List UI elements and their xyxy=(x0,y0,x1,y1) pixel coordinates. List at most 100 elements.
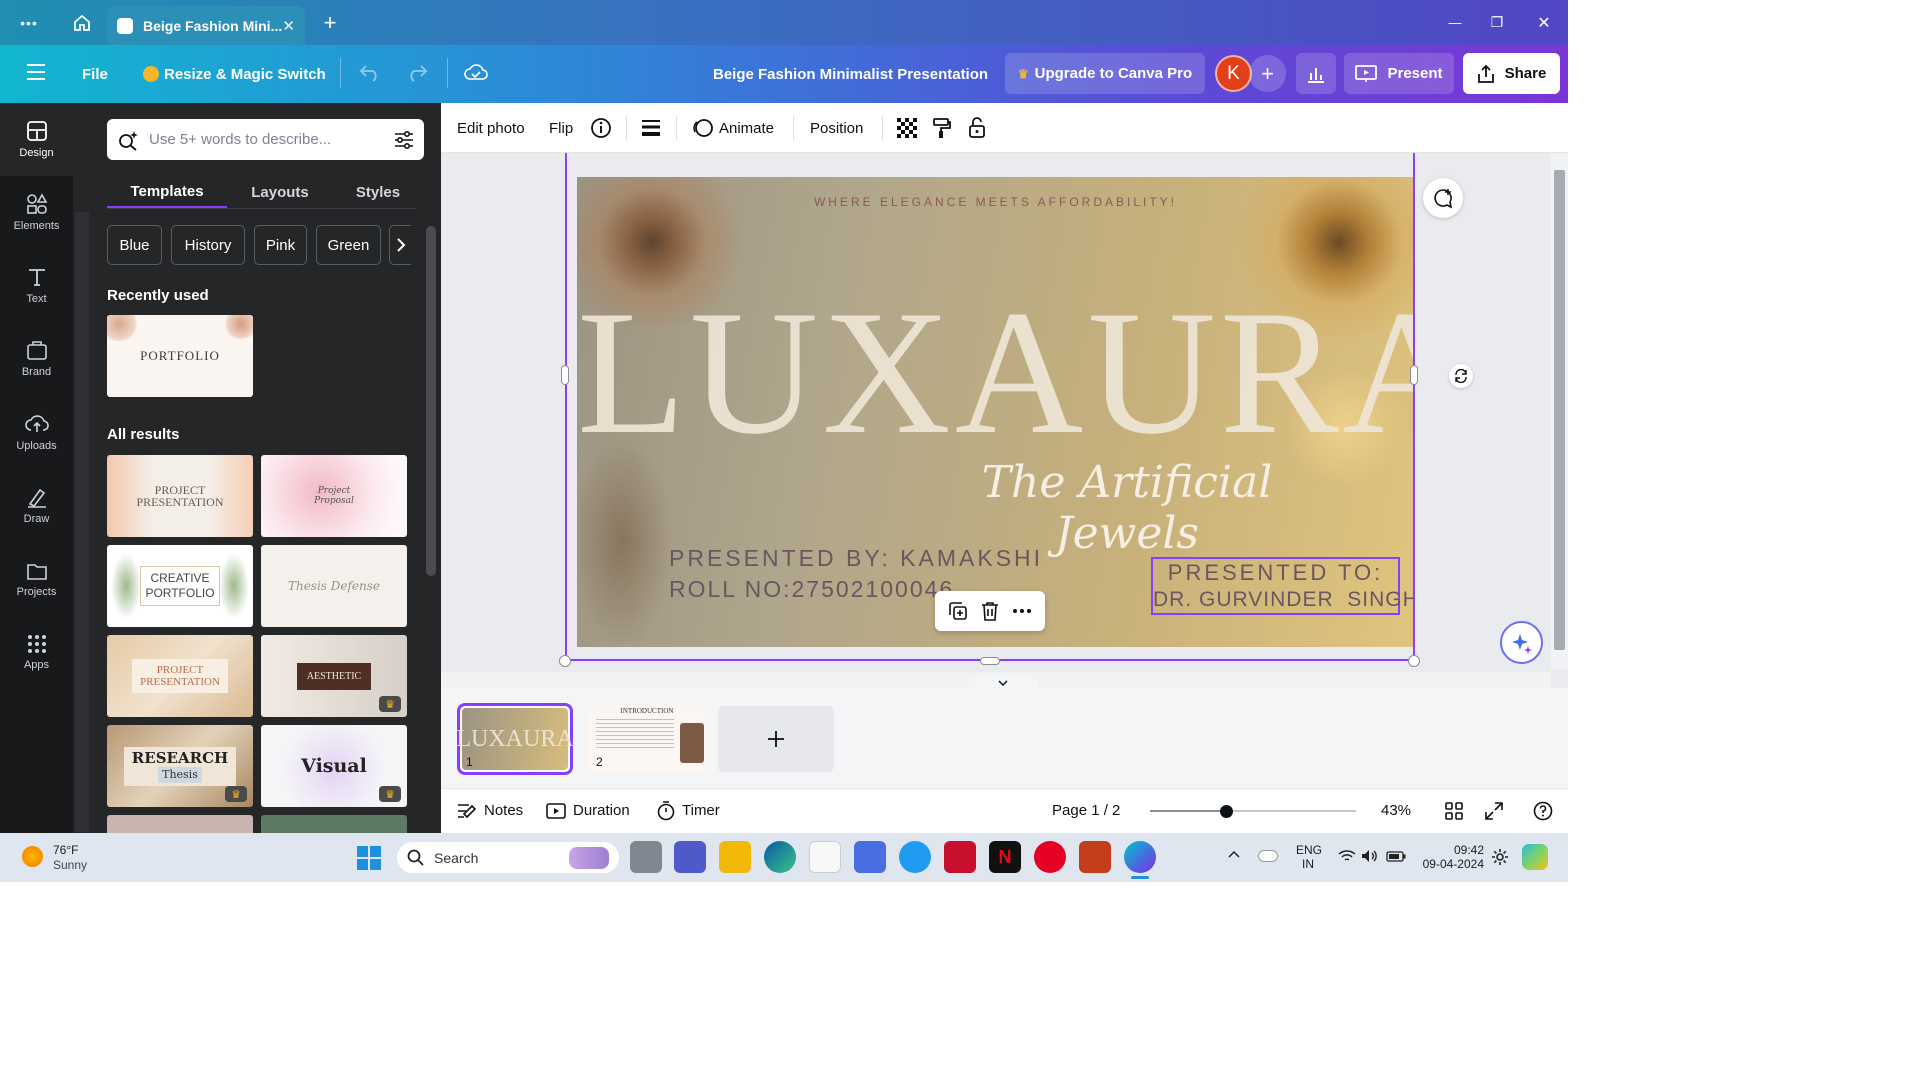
wifi-icon[interactable] xyxy=(1338,849,1356,863)
filter-icon[interactable] xyxy=(394,130,414,149)
slide-roll-no[interactable]: ROLL NO:27502100046 xyxy=(669,576,954,603)
presented-to-textbox[interactable]: PRESENTED TO: DR. GURVINDER SINGH xyxy=(1151,557,1414,615)
pinterest-icon[interactable] xyxy=(1034,841,1066,873)
template-result[interactable]: PROJECT PRESENTATION xyxy=(107,455,253,537)
new-tab-button[interactable]: + xyxy=(318,0,342,45)
rotate-button[interactable] xyxy=(1449,364,1473,388)
template-search-input[interactable]: Use 5+ words to describe... xyxy=(107,119,424,160)
recent-template-thumb[interactable]: PORTFOLIO xyxy=(107,315,253,397)
file-menu[interactable]: File xyxy=(82,45,108,103)
canva-app-icon[interactable] xyxy=(1124,841,1156,873)
onedrive-icon[interactable] xyxy=(1258,850,1278,862)
rail-item-uploads[interactable]: Uploads xyxy=(0,396,73,469)
rail-item-projects[interactable]: Projects xyxy=(0,543,73,616)
clock[interactable]: 09:42 09-04-2024 xyxy=(1416,843,1484,871)
filter-chip-blue[interactable]: Blue xyxy=(107,225,162,265)
resize-handle[interactable] xyxy=(561,365,569,385)
duration-button[interactable]: Duration xyxy=(546,788,630,833)
battery-icon[interactable] xyxy=(1386,851,1406,862)
position-button[interactable]: Position xyxy=(810,103,863,153)
filter-chip-green[interactable]: Green xyxy=(316,225,381,265)
language-indicator[interactable]: ENG IN xyxy=(1296,843,1322,871)
border-style-button[interactable] xyxy=(641,103,661,153)
page-thumb-1[interactable]: LUXAURA 1 xyxy=(456,703,574,775)
add-page-button[interactable] xyxy=(718,706,834,772)
task-view-icon[interactable] xyxy=(630,841,662,873)
settings-icon[interactable] xyxy=(1491,848,1509,866)
template-result-partial[interactable] xyxy=(107,815,253,833)
template-result[interactable]: Project Proposal xyxy=(261,455,407,537)
help-button[interactable] xyxy=(1533,788,1553,833)
powerpoint-icon[interactable] xyxy=(1079,841,1111,873)
copy-style-button[interactable] xyxy=(932,103,952,153)
template-result-partial[interactable] xyxy=(261,815,407,833)
weather-sun-icon[interactable] xyxy=(22,846,43,867)
resize-handle[interactable] xyxy=(1410,365,1418,385)
info-button[interactable] xyxy=(590,103,612,153)
rail-item-apps[interactable]: Apps xyxy=(0,616,73,689)
template-result[interactable]: AESTHETIC ♛ xyxy=(261,635,407,717)
template-result[interactable]: Thesis Defense xyxy=(261,545,407,627)
zoom-level[interactable]: 43% xyxy=(1381,788,1411,833)
template-result[interactable]: CREATIVE PORTFOLIO xyxy=(107,545,253,627)
resize-handle[interactable] xyxy=(559,655,571,667)
notes-button[interactable]: Notes xyxy=(457,788,523,833)
add-comment-button[interactable] xyxy=(1423,178,1463,218)
main-menu-button[interactable] xyxy=(26,63,46,81)
redo-button[interactable] xyxy=(406,62,428,82)
weather-temp[interactable]: 76°F xyxy=(53,843,78,857)
animate-button[interactable]: Animate xyxy=(692,103,774,153)
store-icon[interactable] xyxy=(809,841,841,873)
magic-assistant-button[interactable] xyxy=(1500,621,1543,664)
page-thumb-2[interactable]: INTRODUCTION 2 xyxy=(588,705,706,773)
transparency-button[interactable] xyxy=(897,103,917,153)
tab-styles[interactable]: Styles xyxy=(340,176,416,208)
taskbar-search[interactable]: Search xyxy=(397,842,619,873)
maximize-button[interactable]: ❐ xyxy=(1484,0,1510,45)
grid-view-button[interactable] xyxy=(1445,788,1463,833)
share-button[interactable]: Share xyxy=(1463,53,1560,94)
present-button[interactable]: Present xyxy=(1344,53,1454,94)
slide-brand-title[interactable]: LUXAURA xyxy=(577,283,1414,461)
filter-chip-pink[interactable]: Pink xyxy=(254,225,307,265)
user-avatar[interactable]: K xyxy=(1215,55,1252,92)
rail-item-design[interactable]: Design xyxy=(0,103,73,176)
flip-button[interactable]: Flip xyxy=(549,103,573,153)
document-title[interactable]: Beige Fashion Minimalist Presentation xyxy=(713,45,988,103)
myhp-icon[interactable] xyxy=(854,841,886,873)
close-window-button[interactable]: ✕ xyxy=(1530,0,1558,45)
fullscreen-button[interactable] xyxy=(1485,788,1503,833)
lock-button[interactable] xyxy=(968,103,986,153)
slide-canvas[interactable]: WHERE ELEGANCE MEETS AFFORDABILITY! LUXA… xyxy=(577,177,1414,647)
file-explorer-icon[interactable] xyxy=(719,841,751,873)
home-button[interactable] xyxy=(66,0,98,45)
canvas-scrollbar-track[interactable] xyxy=(1551,153,1568,670)
weather-condition[interactable]: Sunny xyxy=(53,858,87,872)
panel-scrollbar-thumb[interactable] xyxy=(426,226,436,576)
page-indicator[interactable]: Page 1 / 2 xyxy=(1052,788,1120,833)
show-hidden-icons-button[interactable] xyxy=(1228,850,1240,858)
slide-tagline[interactable]: WHERE ELEGANCE MEETS AFFORDABILITY! xyxy=(577,195,1414,209)
trash-icon[interactable] xyxy=(981,601,999,621)
insights-button[interactable] xyxy=(1296,53,1336,94)
browser-menu-button[interactable]: ••• xyxy=(14,0,44,45)
netflix-icon[interactable]: N xyxy=(989,841,1021,873)
add-collaborator-button[interactable]: + xyxy=(1249,55,1286,92)
resize-handle[interactable] xyxy=(980,657,1000,665)
template-result[interactable]: Visual ♛ xyxy=(261,725,407,807)
chips-next-button[interactable] xyxy=(389,225,411,265)
upgrade-pro-button[interactable]: ♛ Upgrade to Canva Pro xyxy=(1005,53,1205,94)
mcafee-icon[interactable] xyxy=(944,841,976,873)
cloud-save-status[interactable] xyxy=(464,62,488,82)
rail-item-elements[interactable]: Elements xyxy=(0,176,73,249)
tab-templates[interactable]: Templates xyxy=(107,176,227,208)
copilot-icon[interactable] xyxy=(1522,844,1548,870)
rail-item-brand[interactable]: Brand xyxy=(0,322,73,395)
template-result[interactable]: RESEARCH Thesis ♛ xyxy=(107,725,253,807)
duplicate-icon[interactable] xyxy=(948,601,968,621)
rail-item-text[interactable]: Text xyxy=(0,249,73,322)
teams-icon[interactable] xyxy=(674,841,706,873)
volume-icon[interactable] xyxy=(1361,849,1379,863)
edge-icon[interactable] xyxy=(764,841,796,873)
undo-button[interactable] xyxy=(359,62,381,82)
